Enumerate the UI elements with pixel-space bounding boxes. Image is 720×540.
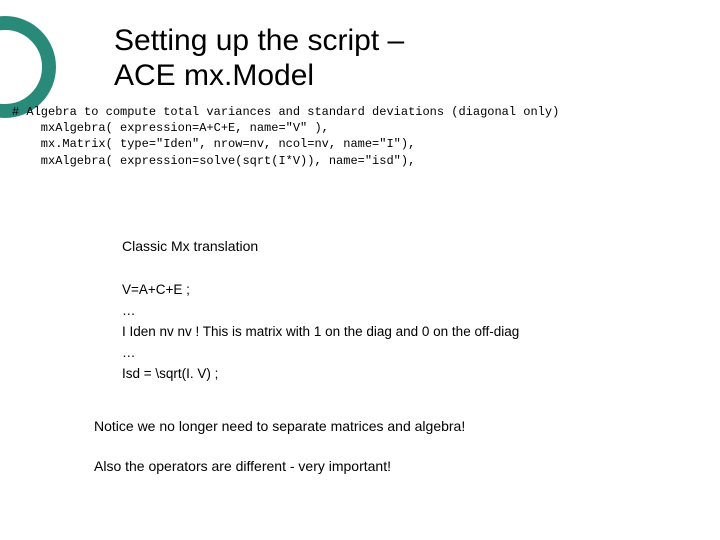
note-2: Also the operators are different - very … (94, 458, 391, 474)
code-line-1: mxAlgebra( expression=A+C+E, name="V" ), (12, 121, 329, 135)
classic-line-5: Isd = \sqrt(I. V) ; (122, 364, 519, 385)
classic-line-4: … (122, 343, 519, 364)
code-comment: # Algebra to compute total variances and… (12, 105, 559, 119)
note-1: Notice we no longer need to separate mat… (94, 418, 465, 434)
code-line-3: mxAlgebra( expression=solve(sqrt(I*V)), … (12, 154, 415, 168)
code-block: # Algebra to compute total variances and… (12, 104, 559, 169)
classic-line-2: … (122, 301, 519, 322)
code-line-2: mx.Matrix( type="Iden", nrow=nv, ncol=nv… (12, 137, 415, 151)
classic-line-3: I Iden nv nv ! This is matrix with 1 on … (122, 322, 519, 343)
classic-lines: V=A+C+E ; … I Iden nv nv ! This is matri… (122, 280, 519, 385)
slide: Setting up the script – ACE mx.Model # A… (0, 0, 720, 540)
classic-line-1: V=A+C+E ; (122, 280, 519, 301)
slide-title: Setting up the script – ACE mx.Model (114, 24, 404, 93)
classic-heading: Classic Mx translation (122, 238, 258, 254)
title-line-2: ACE mx.Model (114, 59, 314, 92)
title-line-1: Setting up the script – (114, 24, 404, 57)
